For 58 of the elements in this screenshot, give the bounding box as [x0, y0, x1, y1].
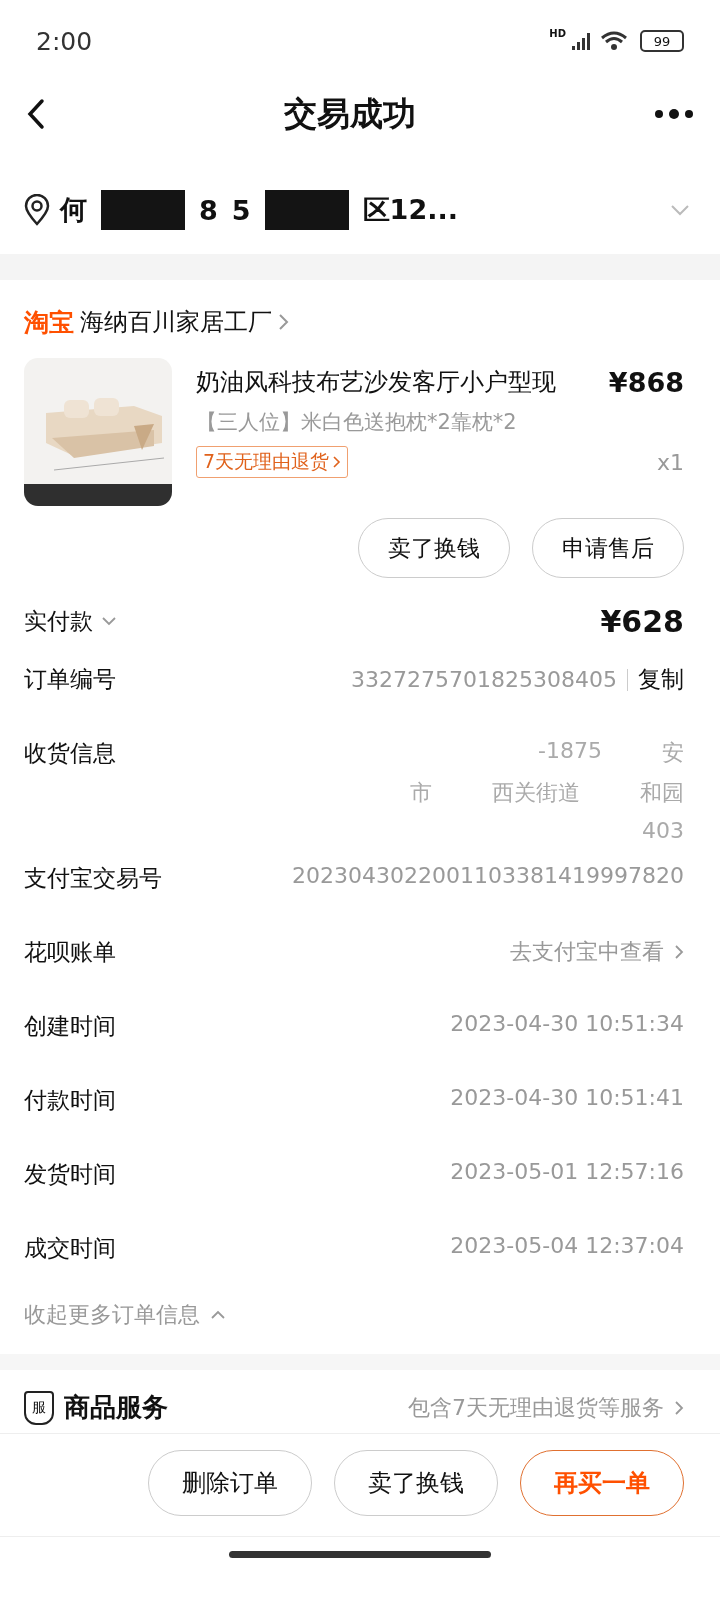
info-label: 收货信息 — [24, 739, 116, 768]
address-text: 区12... — [362, 193, 458, 227]
quantity: x1 — [656, 449, 684, 475]
product-title[interactable]: 奶油风科技布艺沙发客厅小户型现 — [196, 366, 556, 398]
info-label: 花呗账单 — [24, 938, 116, 967]
info-value: 2023-05-04 12:37:04 — [450, 1233, 684, 1258]
address-text: 何 — [60, 193, 87, 227]
info-label: 创建时间 — [24, 1012, 116, 1041]
product-price: ¥868 — [608, 366, 684, 398]
location-pin-icon — [24, 194, 50, 226]
battery-icon: 99 — [640, 30, 684, 52]
brand-logo: 淘宝 — [24, 306, 74, 339]
action-button[interactable]: 申请售后 — [532, 518, 684, 578]
chevron-right-icon — [674, 943, 684, 961]
chevron-right-icon — [333, 455, 342, 469]
chevron-down-icon — [101, 616, 117, 626]
info-value: 2023-05-01 12:57:16 — [450, 1159, 684, 1184]
address-row[interactable]: 何 8 5 区12... — [0, 166, 720, 254]
info-label: 发货时间 — [24, 1160, 116, 1189]
info-value: 2023043022001103381419997820 — [292, 863, 684, 888]
wifi-icon — [600, 31, 628, 51]
shipping-address-text: 市 — [410, 779, 432, 807]
order-number: 3327275701825308405 — [351, 667, 617, 692]
chevron-up-icon — [210, 1310, 226, 1320]
shipping-address-text: 安 — [662, 739, 684, 767]
shipping-address-text: -1875 — [538, 738, 602, 765]
info-value: 2023-04-30 10:51:41 — [450, 1085, 684, 1110]
shipping-address-text: 西关街道 — [492, 779, 580, 807]
page-title: 交易成功 — [284, 92, 416, 135]
return-policy-tag[interactable]: 7天无理由退货 — [196, 446, 349, 478]
info-label: 成交时间 — [24, 1234, 116, 1263]
product-variant: 【三人位】米白色送抱枕*2靠枕*2 — [196, 409, 518, 436]
shipping-address-text: 和园 — [640, 779, 684, 807]
back-icon[interactable] — [26, 98, 46, 130]
service-title: 商品服务 — [64, 1391, 169, 1424]
shipping-address-text: 403 — [642, 818, 684, 843]
action-button[interactable]: 卖了换钱 — [358, 518, 510, 578]
service-summary: 包含7天无理由退货等服务 — [408, 1393, 664, 1422]
order-action-button[interactable]: 删除订单 — [148, 1450, 312, 1516]
chevron-right-icon — [278, 312, 290, 332]
address-text: 5 — [231, 194, 251, 226]
copy-button[interactable]: 复制 — [638, 664, 684, 695]
shop-name[interactable]: 海纳百川家居工厂 — [80, 306, 272, 338]
network-label: HD — [549, 28, 566, 39]
status-time: 2:00 — [36, 26, 93, 56]
order-action-button[interactable]: 卖了换钱 — [334, 1450, 498, 1516]
address-text: 8 — [199, 194, 218, 226]
info-value: 2023-04-30 10:51:34 — [450, 1011, 684, 1036]
service-shield-icon: 服 — [24, 1390, 54, 1425]
info-label: 订单编号 — [24, 665, 116, 694]
paid-amount: ¥628 — [600, 603, 684, 639]
chevron-right-icon — [674, 1398, 684, 1417]
paid-label[interactable]: 实付款 — [24, 605, 117, 637]
chevron-down-icon — [670, 204, 690, 216]
service-row[interactable]: 服 商品服务 包含7天无理由退货等服务 — [0, 1370, 720, 1433]
more-icon[interactable] — [654, 108, 694, 120]
info-label: 支付宝交易号 — [24, 864, 162, 893]
info-label: 付款时间 — [24, 1086, 116, 1115]
